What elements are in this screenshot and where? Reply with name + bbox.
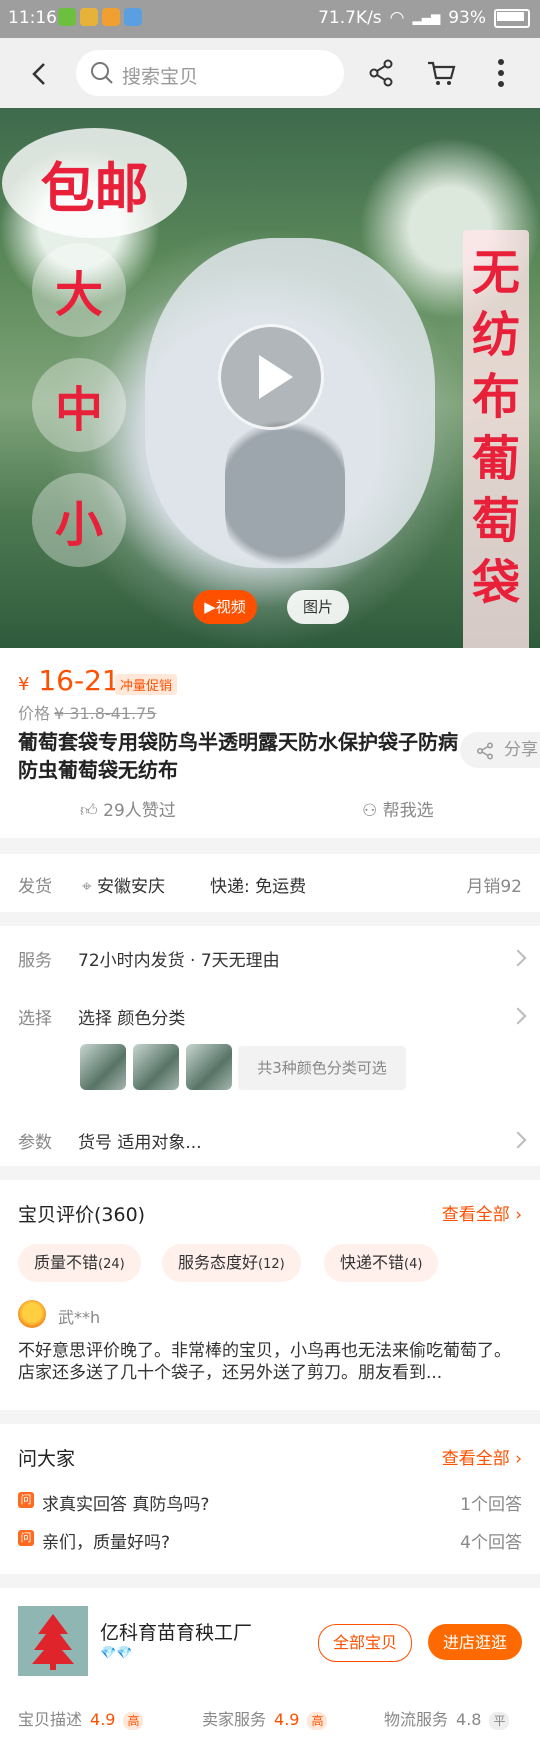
search-placeholder: 搜索宝贝 [122,66,199,88]
question-text[interactable]: 求真实回答 真防鸟吗? [42,1490,209,1515]
video-tab[interactable]: ▶视频 [193,590,257,624]
choose-label: 选择 [18,1009,52,1029]
thumbs-up-icon: 👍︎ [80,801,98,821]
wifi-icon: ◠ [389,8,405,28]
picture-tab[interactable]: 图片 [287,590,349,624]
shop-card: 亿科育苗育秧工厂 💎💎 全部宝贝 进店逛逛 宝贝描述 4.9 高 卖家服务 4.9 高 … [0,1588,540,1759]
help-choose-button[interactable]: ⚇ 帮我选 [362,796,434,821]
shipping-express: 快递: 免运费 [210,877,307,897]
product-image-carousel[interactable]: 包邮 大 中 小 无纺布葡萄袋 ▶视频 图片 [0,108,540,648]
service-value[interactable]: 72小时内发货 · 7天无理由 [78,946,280,971]
size-small-badge: 小 [32,473,126,567]
network-speed: 71.7K/s [318,8,382,28]
score-seller-service: 卖家服务 4.9 高 [202,1706,328,1730]
reviews-see-all-link[interactable]: 查看全部 › [442,1200,522,1225]
params-value[interactable]: 货号 适用对象... [78,1128,202,1153]
app-notification-icon [80,8,98,26]
question-icon: 问 [18,1530,34,1546]
product-info-card: ¥ 16-21 冲量促销 价格 ¥ 31.8-41.75 葡萄套袋专用袋防鸟半透明… [0,648,540,838]
location-icon: ⌖ [82,877,92,897]
battery-icon [494,8,530,28]
enter-shop-button[interactable]: 进店逛逛 [428,1624,522,1660]
color-variant-thumb[interactable] [186,1044,232,1090]
original-price: 价格 ¥ 31.8-41.75 [18,704,157,723]
reviewer-name: 武**h [58,1308,101,1327]
review-tag[interactable]: 快递不错(4) [324,1244,439,1282]
likes-button[interactable]: 👍︎ 29人赞过 [80,796,176,821]
review-text[interactable]: 不好意思评价晚了。非常棒的宝贝，小鸟再也无法来偷吃葡萄了。店家还多送了几十个袋子… [18,1340,524,1384]
back-icon[interactable] [22,56,58,92]
share-icon [477,742,493,760]
reviews-section: 宝贝评价(360) 查看全部 › 质量不错(24) 服务态度好(12) 快递不错… [0,1180,540,1410]
reviews-title: 宝贝评价(360) [18,1204,146,1226]
top-bar: 搜索宝贝 [0,38,540,108]
battery-percent: 93% [448,8,486,28]
shipping-location: ⌖ 安徽安庆 [82,877,165,897]
play-video-icon[interactable] [218,324,324,430]
color-variant-thumb[interactable] [80,1044,126,1090]
score-logistics: 物流服务 4.8 平 [384,1706,510,1730]
answer-count: 1个回答 [460,1495,522,1515]
reviewer-avatar [18,1300,46,1328]
share-button[interactable]: 分享 [460,732,540,768]
app-notification-icon [124,8,142,26]
ask-see-all-link[interactable]: 查看全部 › [442,1444,522,1469]
app-notification-icon [58,8,76,26]
cart-icon[interactable] [422,54,460,92]
shipping-label: 发货 [18,877,52,897]
shop-name[interactable]: 亿科育苗育秧工厂 [100,1618,252,1645]
free-shipping-badge: 包邮 [2,128,187,238]
shipping-row[interactable]: 发货 ⌖ 安徽安庆 快递: 免运费 月销92 [0,854,540,912]
status-app-icons [58,8,142,26]
grape-cluster-illustration [225,408,345,578]
status-bar: 11:16 71.7K/s ◠ ▂▄▆ 93% [0,0,540,38]
status-right: 71.7K/s ◠ ▂▄▆ 93% [318,8,530,28]
chevron-right-icon[interactable] [509,949,527,967]
question-icon: 问 [18,1492,34,1508]
price: ¥ 16-21 [18,664,120,697]
params-label: 参数 [18,1133,52,1153]
shop-rating-diamond-icons: 💎💎 [100,1646,133,1661]
ask-title: 问大家 [18,1448,76,1470]
people-icon: ⚇ [362,801,378,821]
ask-section: 问大家 查看全部 › 问 求真实回答 真防鸟吗? 1个回答 问 亲们，质量好吗?… [0,1424,540,1574]
service-label: 服务 [18,951,52,971]
chevron-right-icon[interactable] [509,1007,527,1025]
answer-count: 4个回答 [460,1533,522,1553]
question-text[interactable]: 亲们，质量好吗? [42,1528,170,1553]
more-icon[interactable] [482,54,520,92]
all-products-button[interactable]: 全部宝贝 [318,1624,412,1662]
status-time: 11:16 [8,8,57,28]
size-medium-badge: 中 [32,358,126,452]
shop-logo[interactable] [18,1606,88,1676]
share-icon[interactable] [362,54,400,92]
score-description: 宝贝描述 4.9 高 [18,1706,144,1730]
chevron-right-icon[interactable] [509,1131,527,1149]
choose-value[interactable]: 选择 颜色分类 [78,1004,185,1029]
monthly-sales: 月销92 [466,877,522,897]
product-vertical-banner: 无纺布葡萄袋 [463,230,529,648]
signal-icon: ▂▄▆ [412,11,441,25]
product-title: 葡萄套袋专用袋防鸟半透明露天防水保护袋子防病防虫葡萄袋无纺布 [18,730,458,782]
app-notification-icon [102,8,120,26]
options-card: 服务 72小时内发货 · 7天无理由 选择 选择 颜色分类 共3种颜色分类可选 … [0,926,540,1166]
search-bar[interactable]: 搜索宝贝 [76,50,344,96]
promo-badge: 冲量促销 [115,674,178,695]
review-tag[interactable]: 服务态度好(12) [162,1244,301,1282]
color-variant-thumb[interactable] [133,1044,179,1090]
review-tag[interactable]: 质量不错(24) [18,1244,141,1282]
search-icon [91,62,113,84]
size-large-badge: 大 [32,243,126,337]
color-count-note[interactable]: 共3种颜色分类可选 [238,1046,406,1090]
